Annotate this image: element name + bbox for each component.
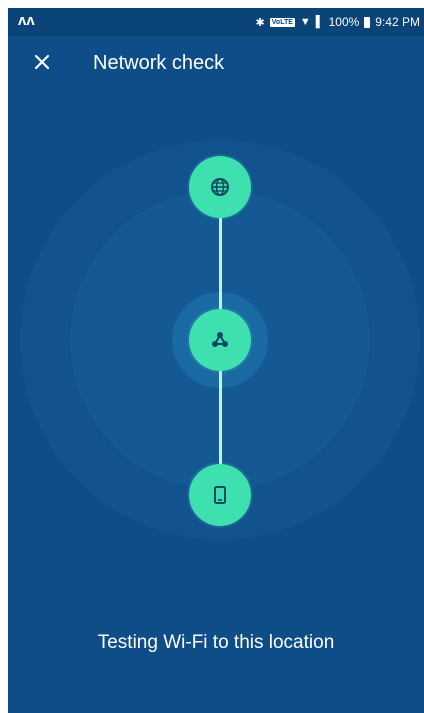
close-icon [34, 54, 50, 70]
battery-icon [364, 16, 371, 28]
close-button[interactable] [28, 48, 56, 76]
status-icons: ✱ VoLTE ▼ ▌ 100% 9:42 PM [256, 15, 420, 29]
page-title: Network check [93, 52, 225, 74]
connection-line-top [219, 214, 222, 314]
device-node [189, 464, 251, 526]
volte-badge: VoLTE [269, 17, 295, 27]
app-bar: Network check [8, 36, 424, 92]
globe-icon [211, 178, 229, 196]
internet-node [189, 156, 251, 218]
router-hub-icon [212, 332, 228, 347]
signal-icon: ▌ [315, 16, 324, 28]
wifi-icon: ▼ [299, 16, 311, 28]
clock: 9:42 PM [375, 15, 420, 29]
status-text: Testing Wi-Fi to this location [97, 632, 335, 653]
phone-icon [214, 486, 226, 504]
network-check-screen: ʌʌ ✱ VoLTE ▼ ▌ 100% 9:42 PM Network chec… [8, 8, 424, 713]
router-node [189, 309, 251, 371]
carrier-logo: ʌʌ [18, 12, 35, 29]
battery-percent: 100% [328, 15, 360, 29]
status-bar: ʌʌ ✱ VoLTE ▼ ▌ 100% 9:42 PM [8, 8, 424, 36]
bluetooth-icon: ✱ [255, 16, 265, 29]
